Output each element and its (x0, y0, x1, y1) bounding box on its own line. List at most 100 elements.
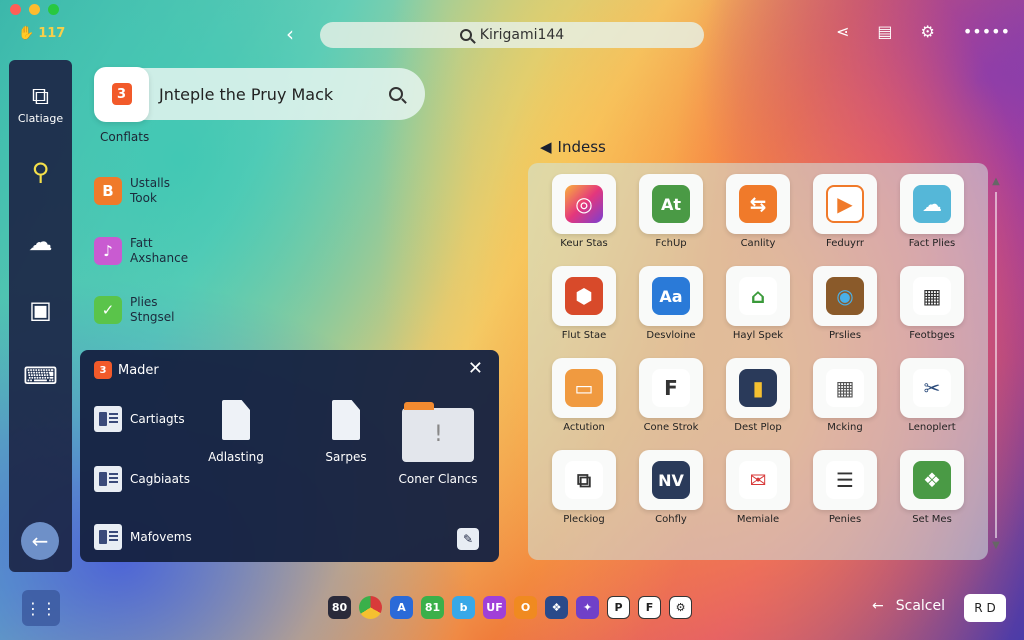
shield-icon: ⬢ (552, 266, 616, 326)
tile-glyph: ☁ (913, 185, 951, 223)
book-icon: ⧉ (552, 450, 616, 510)
minimize-window-button[interactable] (29, 4, 40, 15)
dock-app-gear[interactable]: ⚙ (669, 596, 692, 619)
file-icon (332, 400, 360, 440)
app-tile[interactable]: ⇆ Canlity (726, 174, 790, 249)
arrow-left-icon: ← (31, 529, 49, 553)
rail-back-button[interactable]: ← (21, 522, 59, 560)
app-tile[interactable]: ☁ Fact Plies (900, 174, 964, 249)
list-item[interactable]: ♪ Fatt Axshance (94, 236, 294, 266)
rail-item-cast[interactable]: ⌨ (9, 362, 72, 390)
dock-app-spark[interactable]: ✦ (576, 596, 599, 619)
app-tile[interactable]: ▦ Feotbges (900, 266, 964, 341)
rail-item-search[interactable]: ⚲ (9, 158, 72, 186)
panel-row[interactable]: Mafovems (94, 524, 192, 550)
tile-glyph: F (652, 369, 690, 407)
app-tile[interactable]: ▶ Feduyrr (813, 174, 877, 249)
app-tile[interactable]: ◎ Keur Stas (552, 174, 616, 249)
back-chevron-icon[interactable]: ‹ (286, 22, 294, 46)
app-tile[interactable]: NV Cohfly (639, 450, 703, 525)
rail-item-terminal[interactable]: ▣ (9, 296, 72, 324)
app-tile[interactable]: ▦ Mcking (813, 358, 877, 433)
index-scrollbar[interactable]: ▲ ▼ (990, 176, 1002, 554)
scroll-up-icon[interactable]: ▲ (990, 176, 1002, 187)
maximize-window-button[interactable] (48, 4, 59, 15)
app-tile[interactable]: Aa Desvloine (639, 266, 703, 341)
dock: 80 A 81 b UF O ❖ ✦ P F ⚙ (328, 596, 692, 619)
file-icon (222, 400, 250, 440)
app-tile[interactable]: ◉ Prslies (813, 266, 877, 341)
rail-item-cloud[interactable]: ☁ (9, 228, 72, 256)
app-tile[interactable]: ⬢ Flut Stae (552, 266, 616, 341)
search-input[interactable]: Kirigami144 (320, 22, 704, 48)
file-label: Adlasting (208, 450, 264, 464)
app-tile[interactable]: ▮ Dest Plop (726, 358, 790, 433)
list-item[interactable]: ✓ Plies Stngsel (94, 295, 294, 325)
search-icon[interactable] (389, 87, 403, 101)
panel-row[interactable]: Cartiagts (94, 406, 185, 432)
app-tile[interactable]: ✉ Memiale (726, 450, 790, 525)
close-icon[interactable]: ✕ (468, 358, 483, 379)
bottom-bar: ⋮⋮ 80 A 81 b UF O ❖ ✦ P F ⚙ ← Scalcel R D (0, 578, 1024, 640)
app-tile[interactable]: ❖ Set Mes (900, 450, 964, 525)
app-launcher-button[interactable]: ⋮⋮ (22, 590, 60, 626)
file-adlasting[interactable]: Adlasting (206, 400, 266, 464)
dock-app-shield[interactable]: ❖ (545, 596, 568, 619)
tile-glyph: ◉ (826, 277, 864, 315)
rail-item-clatiage[interactable]: ⧉ Clatiage (9, 82, 72, 125)
gear-icon[interactable]: ⚙ (920, 22, 934, 41)
scroll-label: Scalcel (895, 598, 945, 614)
index-title[interactable]: ◀ Indess (540, 138, 606, 156)
dock-app-p[interactable]: P (607, 596, 630, 619)
app-tile-label: Mcking (827, 422, 863, 433)
scroll-track[interactable] (995, 192, 997, 538)
search-icon: ⚲ (31, 158, 50, 186)
tile-glyph: ✂ (913, 369, 951, 407)
tile-glyph: ⇆ (739, 185, 777, 223)
dashboard-icon: ▦ (900, 266, 964, 326)
notes-icon[interactable]: ▤ (877, 22, 892, 41)
folder-coner-clancs[interactable]: Coner Clancs (398, 402, 478, 486)
app-tile[interactable]: ▭ Actution (552, 358, 616, 433)
crop-icon: ⧉ (31, 82, 50, 110)
app-tile[interactable]: ✂ Lenoplert (900, 358, 964, 433)
font-icon: Aa (639, 266, 703, 326)
twitter-icon[interactable]: b (452, 596, 475, 619)
battery-indicator: ✋ 117 (18, 26, 65, 41)
dock-app-o[interactable]: O (514, 596, 537, 619)
house-icon: ⌂ (726, 266, 790, 326)
battery-value: 117 (38, 26, 66, 41)
close-window-button[interactable] (10, 4, 21, 15)
app-tile[interactable]: ⧉ Pleckiog (552, 450, 616, 525)
chrome-icon[interactable] (359, 596, 382, 619)
dock-app-81[interactable]: 81 (421, 596, 444, 619)
app-tile[interactable]: At FchUp (639, 174, 703, 249)
more-icon[interactable]: ••••• (963, 22, 1010, 41)
panel-row[interactable]: Cagbiaats (94, 466, 190, 492)
app-search-card[interactable]: 3 Jntepl‌e the Pruy Mack (94, 66, 425, 122)
list-item-line2: Took (130, 191, 157, 205)
list-item[interactable]: B Ustalls Took (94, 176, 294, 206)
leaf-icon: ❖ (900, 450, 964, 510)
rd-button[interactable]: R D (964, 594, 1006, 622)
app-store-icon[interactable]: A (390, 596, 413, 619)
dock-app-f[interactable]: F (638, 596, 661, 619)
app-search-text: Jntepl‌e the Pruy Mack (159, 84, 334, 104)
left-rail: ⧉ Clatiage ⚲ ☁ ▣ ⌨ ← (9, 60, 72, 572)
app-tile[interactable]: ☰ Penies (813, 450, 877, 525)
scroll-down-icon[interactable]: ▼ (990, 540, 1002, 551)
dock-app-80[interactable]: 80 (328, 596, 351, 619)
tile-glyph: ❖ (913, 461, 951, 499)
scroll-control[interactable]: ← Scalcel (872, 598, 945, 614)
app-tile[interactable]: ⌂ Hayl Spek (726, 266, 790, 341)
app-tile[interactable]: F Cone Strok (639, 358, 703, 433)
blogger-icon: B (94, 177, 122, 205)
tile-glyph: ▮ (739, 369, 777, 407)
edit-icon[interactable]: ✎ (457, 528, 479, 550)
file-sarpes[interactable]: Sarpes (316, 400, 376, 464)
share-icon[interactable]: ⋖ (836, 22, 849, 41)
play-icon: ▶ (813, 174, 877, 234)
document-icon (94, 406, 122, 432)
dock-app-uf[interactable]: UF (483, 596, 506, 619)
app-tile-label: Flut Stae (561, 330, 607, 341)
